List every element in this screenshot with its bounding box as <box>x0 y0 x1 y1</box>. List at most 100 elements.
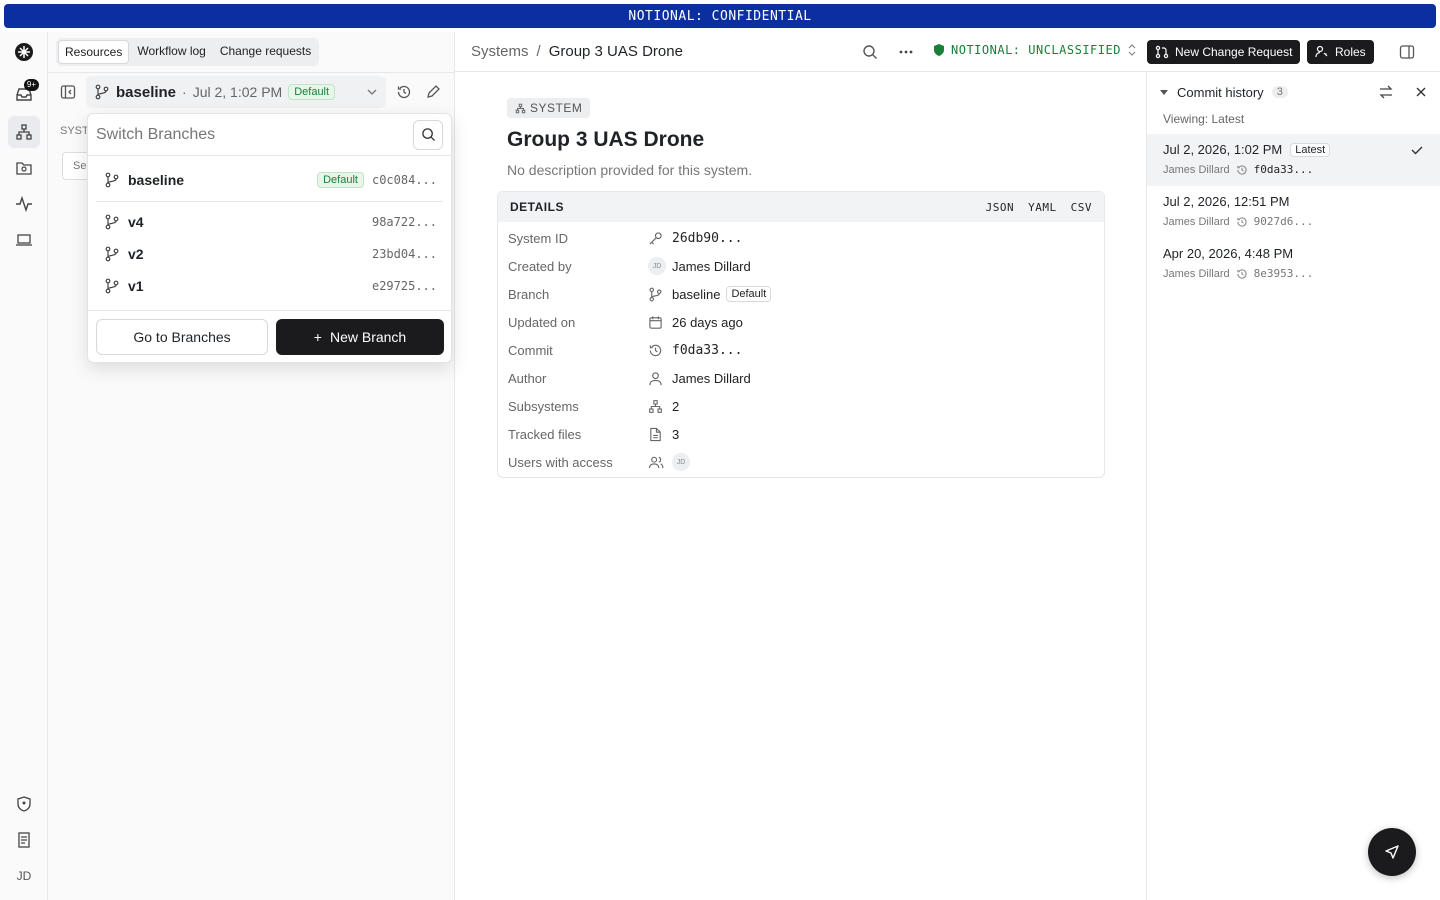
system-type-chip: SYSTEM <box>507 98 591 118</box>
file-icon <box>648 427 672 442</box>
branch-option-baseline[interactable]: baseline Default c0c084... <box>88 164 451 196</box>
branch-dropdown: Switch Branches baseline Default c0c084.… <box>87 113 452 363</box>
branch-search-input[interactable]: Switch Branches <box>96 126 413 144</box>
current-branch-date: Jul 2, 1:02 PM <box>192 84 283 100</box>
commit-hash: 8e3953... <box>1253 267 1314 280</box>
more-options-icon[interactable] <box>894 40 918 64</box>
detail-value: 2 <box>672 398 680 414</box>
classification-selector[interactable]: NOTIONAL: UNCLASSIFIED <box>933 43 1137 57</box>
new-branch-button[interactable]: + New Branch <box>276 319 444 355</box>
tab-resources[interactable]: Resources <box>58 40 130 64</box>
export-json-button[interactable]: JSON <box>986 201 1015 214</box>
history-icon <box>648 343 672 358</box>
swap-icon[interactable] <box>1378 84 1394 100</box>
page-title: Group 3 UAS Drone <box>507 128 705 151</box>
latest-badge: Latest <box>1290 142 1331 157</box>
user-icon <box>648 371 672 386</box>
branch-icon <box>648 287 672 302</box>
document-icon[interactable] <box>8 824 40 856</box>
branch-icon <box>104 172 120 188</box>
detail-row-author: Author James Dillard <box>508 367 1098 389</box>
folder-icon[interactable] <box>8 152 40 184</box>
default-badge: Default <box>288 84 336 100</box>
system-description: No description provided for this system. <box>507 162 753 178</box>
systems-icon[interactable] <box>8 116 40 148</box>
detail-key: Commit <box>508 342 553 358</box>
calendar-icon <box>648 315 672 330</box>
shield-icon <box>933 43 945 57</box>
branch-option-v2[interactable]: v2 23bd04... <box>88 238 451 270</box>
commit-hash: 9027d6... <box>1253 215 1314 228</box>
detail-value[interactable]: 26db90... <box>672 231 742 246</box>
collapse-sidebar-icon[interactable] <box>56 80 80 104</box>
app-logo-icon[interactable] <box>8 36 40 68</box>
commit-item[interactable]: Jul 2, 2026, 12:51 PM James Dillard 9027… <box>1147 186 1440 238</box>
chevron-down-icon <box>366 86 378 98</box>
details-title: DETAILS <box>510 200 564 214</box>
edit-icon[interactable] <box>421 80 445 104</box>
commit-author: James Dillard <box>1163 267 1230 280</box>
tab-workflow-log[interactable]: Workflow log <box>131 40 211 64</box>
user-key-icon <box>1315 45 1329 59</box>
top-bar: Systems / Group 3 UAS Drone NOTIONAL: UN… <box>455 32 1440 72</box>
viewing-label: Viewing: Latest <box>1163 112 1245 126</box>
commit-author: James Dillard <box>1163 163 1230 176</box>
branch-option-v1[interactable]: v1 e29725... <box>88 270 451 302</box>
branch-hash: 23bd04... <box>371 247 437 261</box>
commit-item[interactable]: Apr 20, 2026, 4:48 PM James Dillard 8e39… <box>1147 238 1440 290</box>
search-icon[interactable] <box>858 40 882 64</box>
detail-row-created-by: Created by JD James Dillard <box>508 255 1098 277</box>
new-change-request-label: New Change Request <box>1175 45 1293 59</box>
breadcrumb-systems[interactable]: Systems <box>471 43 529 60</box>
roles-label: Roles <box>1335 45 1366 59</box>
go-to-branches-button[interactable]: Go to Branches <box>96 319 268 355</box>
branch-icon <box>104 278 120 294</box>
tab-change-requests[interactable]: Change requests <box>214 40 317 64</box>
collapse-triangle-icon[interactable] <box>1159 87 1169 97</box>
branch-name: v2 <box>128 246 144 262</box>
inbox-icon[interactable]: 9+ <box>8 78 40 110</box>
detail-row-commit: Commit f0da33... <box>508 339 1098 361</box>
commit-item[interactable]: Jul 2, 2026, 1:02 PM Latest James Dillar… <box>1147 134 1440 186</box>
detail-value: baseline <box>672 286 721 302</box>
new-change-request-button[interactable]: New Change Request <box>1147 40 1301 64</box>
history-title: Commit history <box>1177 84 1264 100</box>
detail-value: James Dillard <box>672 258 751 274</box>
cursor-assist-button[interactable] <box>1368 828 1416 876</box>
commit-history-panel: Commit history 3 Viewing: Latest Jul 2, … <box>1146 72 1440 900</box>
detail-value: James Dillard <box>672 370 751 386</box>
history-icon[interactable] <box>392 80 416 104</box>
search-icon[interactable] <box>413 119 443 150</box>
detail-row-branch: Branch baseline Default <box>508 283 1098 305</box>
detail-key: Author <box>508 370 547 386</box>
detail-row-users-with-access: Users with access JD <box>508 451 1098 473</box>
commit-date: Jul 2, 2026, 12:51 PM <box>1163 194 1290 209</box>
detail-value[interactable]: f0da33... <box>672 343 742 358</box>
classification-banner: NOTIONAL: CONFIDENTIAL <box>4 4 1436 28</box>
branch-hash: c0c084... <box>371 173 437 187</box>
detail-key: Created by <box>508 258 572 274</box>
branch-option-v4[interactable]: v4 98a722... <box>88 206 451 238</box>
default-badge: Default <box>726 286 772 302</box>
export-yaml-button[interactable]: YAML <box>1028 201 1057 214</box>
toggle-panel-icon[interactable] <box>1395 40 1419 64</box>
export-csv-button[interactable]: CSV <box>1071 201 1092 214</box>
close-icon[interactable] <box>1414 85 1428 99</box>
branch-selector[interactable]: baseline · Jul 2, 1:02 PM Default <box>86 76 386 108</box>
shield-icon[interactable] <box>8 788 40 820</box>
detail-key: Branch <box>508 286 550 302</box>
branch-name: v1 <box>128 278 144 294</box>
activity-icon[interactable] <box>8 188 40 220</box>
user-avatar[interactable]: JD <box>8 860 40 892</box>
breadcrumb-current: Group 3 UAS Drone <box>548 43 683 60</box>
branch-hash: 98a722... <box>371 215 437 229</box>
roles-button[interactable]: Roles <box>1307 40 1374 64</box>
branch-name: v4 <box>128 214 144 230</box>
branch-icon <box>94 84 110 100</box>
avatar[interactable]: JD <box>672 453 690 471</box>
users-icon <box>648 455 672 470</box>
laptop-icon[interactable] <box>8 224 40 256</box>
branch-icon <box>104 214 120 230</box>
history-icon <box>1236 268 1248 280</box>
plus-icon: + <box>313 329 322 345</box>
